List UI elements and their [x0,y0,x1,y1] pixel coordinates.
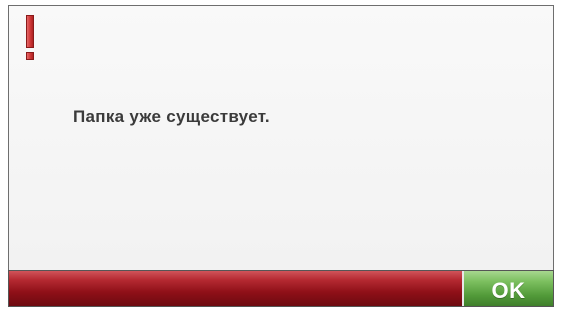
exclamation-warning-icon [26,15,34,65]
red-status-bar [9,271,464,306]
dialog-button-bar: OK [8,270,554,307]
ok-button-label: OK [491,277,526,303]
folder-exists-dialog: Папка уже существует. OK [0,0,562,311]
ok-button[interactable]: OK [464,271,553,306]
dialog-body: Папка уже существует. [8,5,554,270]
dialog-message: Папка уже существует. [73,107,270,126]
